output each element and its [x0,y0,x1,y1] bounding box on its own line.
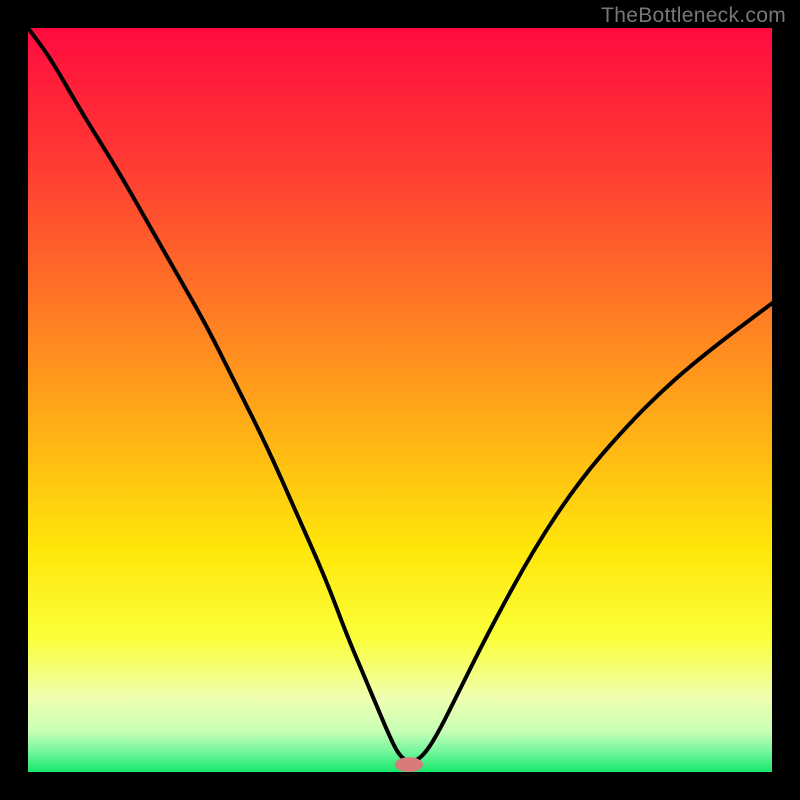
chart-frame: TheBottleneck.com [0,0,800,800]
plot-background [28,28,772,772]
watermark-text: TheBottleneck.com [601,4,786,28]
optimal-point-marker [395,757,423,772]
bottleneck-chart [0,0,800,800]
